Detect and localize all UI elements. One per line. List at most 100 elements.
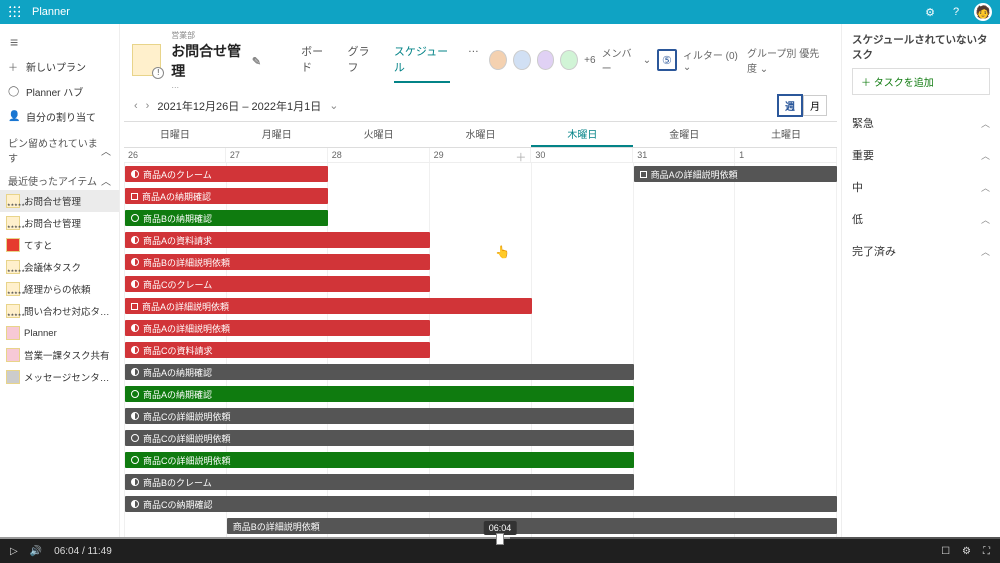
sidebar-item-plan[interactable]: 会議体タスク xyxy=(0,256,119,278)
tab-schedule[interactable]: スケジュール xyxy=(394,37,450,83)
captions-icon[interactable]: ☐ xyxy=(941,546,950,557)
task-bar[interactable]: 商品Aの納期確認 xyxy=(125,364,634,380)
help-icon[interactable]: ? xyxy=(948,6,964,18)
sidebar-item-plan[interactable]: Planner xyxy=(0,322,119,344)
task-label: 商品Cの詳細説明依頼 xyxy=(143,454,231,467)
left-nav: ≡ ＋新しいプラン ◯Planner ハブ 👤自分の割り当て ピン留めされていま… xyxy=(0,24,120,539)
planner-hub-link[interactable]: ◯Planner ハブ xyxy=(0,79,119,104)
date-range: 2021年12月26日 – 2022年1月1日 xyxy=(157,98,321,114)
my-tasks-link[interactable]: 👤自分の割り当て xyxy=(0,104,119,129)
bucket-label: 完了済み xyxy=(852,243,896,259)
hub-label: Planner ハブ xyxy=(26,84,83,99)
chevron-down-icon[interactable]: ⌄ xyxy=(329,99,338,112)
task-bar[interactable]: 商品Aの納期確認 xyxy=(125,188,328,204)
task-bar[interactable]: 商品Bの納期確認 xyxy=(125,210,328,226)
settings-icon[interactable]: ⚙ xyxy=(922,6,938,19)
tab-board[interactable]: ボード xyxy=(301,37,329,83)
task-label: 商品Aの納期確認 xyxy=(143,366,212,379)
members-overflow[interactable]: +6 xyxy=(584,55,595,66)
priority-bucket[interactable]: 中︿ xyxy=(852,171,990,203)
warning-badge: ! xyxy=(152,67,164,79)
chevron-up-icon: ︿ xyxy=(981,181,990,194)
bucket-label: 重要 xyxy=(852,147,874,163)
seek-handle[interactable] xyxy=(496,533,504,545)
task-bar[interactable]: 商品Cの詳細説明依頼 xyxy=(125,408,634,424)
prev-week-button[interactable]: ‹ xyxy=(134,100,138,112)
member-avatar[interactable] xyxy=(513,50,531,70)
task-label: 商品Aの資料請求 xyxy=(143,234,212,247)
group-dropdown[interactable]: グループ別 優先度 ⌄ xyxy=(747,45,829,75)
sidebar-item-plan[interactable]: てすと xyxy=(0,234,119,256)
member-avatar[interactable] xyxy=(560,50,578,70)
member-avatar[interactable] xyxy=(489,50,507,70)
task-bar[interactable]: 商品Cの詳細説明依頼 xyxy=(125,452,634,468)
task-bar[interactable]: 商品Bの詳細説明依頼 xyxy=(125,254,430,270)
new-plan-button[interactable]: ＋新しいプラン xyxy=(0,54,119,79)
month-view-button[interactable]: 月 xyxy=(803,95,827,116)
task-bar[interactable]: 商品Bの詳細説明依頼 xyxy=(227,518,837,534)
priority-bucket[interactable]: 低︿ xyxy=(852,203,990,235)
recent-section-header[interactable]: 最近使ったアイテム︿ xyxy=(0,167,119,190)
plan-header: ! 営業部 お問合せ管理✎ … ボード グラフ スケジュール … +6 メンバー… xyxy=(120,24,841,90)
priority-bucket[interactable]: 重要︿ xyxy=(852,139,990,171)
app-launcher-icon[interactable] xyxy=(8,5,22,19)
date-cell[interactable]: 27 xyxy=(226,148,328,162)
task-bar[interactable]: 商品Aの資料請求 xyxy=(125,232,430,248)
progress-half-icon xyxy=(131,346,139,354)
task-bar[interactable]: 商品Cの資料請求 xyxy=(125,342,430,358)
task-label: 商品Cの詳細説明依頼 xyxy=(143,410,231,423)
date-nav-row: ‹ › 2021年12月26日 – 2022年1月1日 ⌄ 週月 xyxy=(120,90,841,121)
settings-icon[interactable]: ⚙ xyxy=(962,546,971,557)
add-task-button[interactable]: ＋ タスクを追加 xyxy=(852,68,990,95)
task-bar[interactable]: 商品Cのクレーム xyxy=(125,276,430,292)
task-label: 商品Bの詳細説明依頼 xyxy=(233,520,320,533)
date-icon xyxy=(640,171,647,178)
member-avatar[interactable] xyxy=(537,50,555,70)
sidebar-item-plan[interactable]: 経理からの依頼 xyxy=(0,278,119,300)
play-icon[interactable]: ▷ xyxy=(10,546,18,557)
fullscreen-icon[interactable]: ⛶ xyxy=(983,546,990,557)
task-bar[interactable]: 商品Cの詳細説明依頼 xyxy=(125,430,634,446)
plan-thumbnail-icon xyxy=(6,260,20,274)
date-cell[interactable]: 29＋ xyxy=(430,148,532,162)
priority-bucket[interactable]: 緊急︿ xyxy=(852,107,990,139)
sidebar-item-plan[interactable]: お問合せ管理 xyxy=(0,190,119,212)
volume-icon[interactable]: 🔊 xyxy=(30,546,42,557)
task-bar[interactable]: 商品Aのクレーム xyxy=(125,166,328,182)
unscheduled-pane: スケジュールされていないタスク ＋ タスクを追加 緊急︿重要︿中︿低︿完了済み︿ xyxy=(842,24,1000,539)
date-cell[interactable]: 26 xyxy=(124,148,226,162)
hamburger-icon[interactable]: ≡ xyxy=(0,30,119,54)
date-icon xyxy=(131,303,138,310)
plan-more[interactable]: … xyxy=(171,81,261,90)
plan-group: 営業部 xyxy=(171,30,261,41)
sidebar-item-plan[interactable]: 問い合わせ対応タスク xyxy=(0,300,119,322)
members-label[interactable]: メンバー xyxy=(602,45,637,75)
edit-icon[interactable]: ✎ xyxy=(252,55,261,68)
task-bar[interactable]: 商品Cの納期確認 xyxy=(125,496,837,512)
sidebar-item-plan[interactable]: メッセージセンター情... xyxy=(0,366,119,388)
plan-label: お問合せ管理 xyxy=(24,194,81,208)
filter-dropdown[interactable]: ィルター (0) ⌄ xyxy=(683,47,741,73)
task-bar[interactable]: 商品Aの詳細説明依頼 xyxy=(125,320,430,336)
app-name: Planner xyxy=(32,6,70,18)
date-cell[interactable]: 31 xyxy=(633,148,735,162)
plan-label: 経理からの依頼 xyxy=(24,282,91,296)
assigned-label: 自分の割り当て xyxy=(26,109,96,124)
tab-more[interactable]: … xyxy=(468,37,479,83)
pinned-section-header[interactable]: ピン留めされています︿ xyxy=(0,129,119,167)
task-bar[interactable]: 商品Aの詳細説明依頼 xyxy=(634,166,837,182)
task-bar[interactable]: 商品Aの納期確認 xyxy=(125,386,634,402)
sidebar-item-plan[interactable]: 営業一課タスク共有 xyxy=(0,344,119,366)
sidebar-item-plan[interactable]: お問合せ管理 xyxy=(0,212,119,234)
date-cell[interactable]: 30 xyxy=(531,148,633,162)
date-cell[interactable]: 1 xyxy=(735,148,837,162)
priority-bucket[interactable]: 完了済み︿ xyxy=(852,235,990,267)
week-view-button[interactable]: 週 xyxy=(777,94,803,117)
task-bar[interactable]: 商品Bのクレーム xyxy=(125,474,634,490)
task-bar[interactable]: 商品Aの詳細説明依頼 xyxy=(125,298,532,314)
task-label: 商品Aの詳細説明依頼 xyxy=(651,168,738,181)
date-cell[interactable]: 28 xyxy=(328,148,430,162)
next-week-button[interactable]: › xyxy=(146,100,150,112)
user-avatar[interactable]: 🧑 xyxy=(974,3,992,21)
tab-chart[interactable]: グラフ xyxy=(347,37,375,83)
